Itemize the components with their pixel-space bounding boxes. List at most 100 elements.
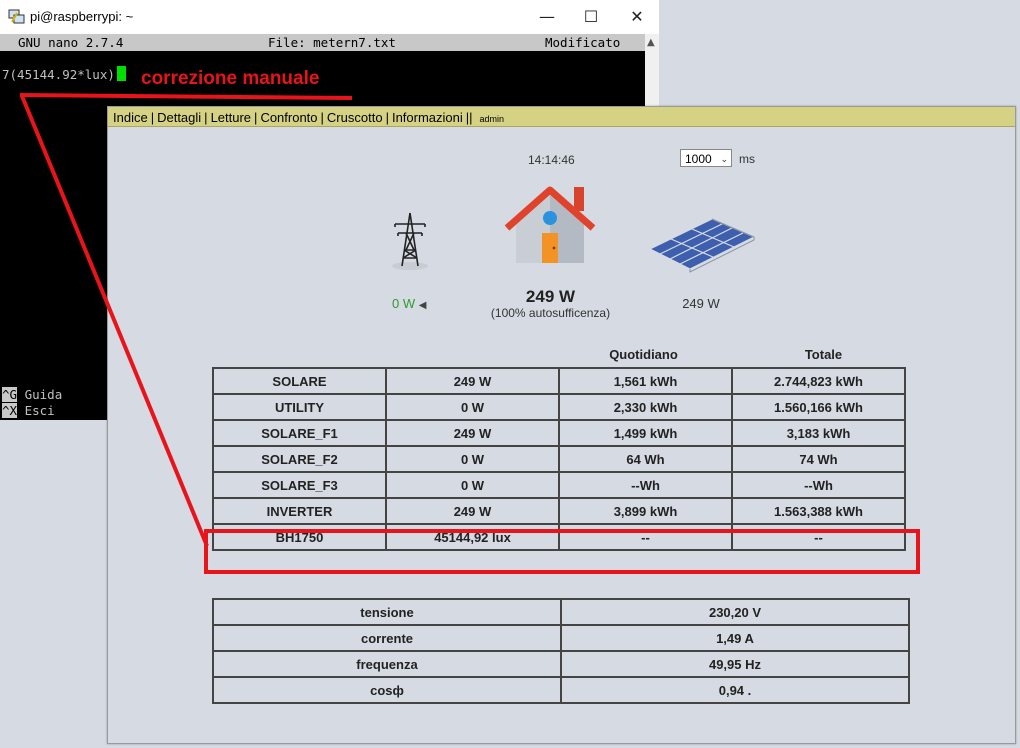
nav-indice[interactable]: Indice [113,110,148,125]
table-row: tensione 230,20 V [212,598,910,626]
meter-name: BH1750 [212,523,387,551]
header-daily: Quotidiano [609,347,678,362]
param-value: 1,49 A [560,624,910,652]
close-icon[interactable]: ✕ [625,5,649,29]
meter-daily: 2,330 kWh [558,393,733,421]
meter-daily: 1,499 kWh [558,419,733,447]
nav-confronto[interactable]: Confronto [260,110,317,125]
meter-daily: 1,561 kWh [558,367,733,395]
meter-name: UTILITY [212,393,387,421]
nav-separator: | [320,110,324,125]
annotation-label: correzione manuale [141,68,320,89]
param-value: 49,95 Hz [560,650,910,678]
meter-total: 3,183 kWh [731,419,906,447]
meter-daily: -- [558,523,733,551]
electrical-table: tensione 230,20 V corrente 1,49 A frequenz… [212,598,910,704]
text-cursor [116,66,126,81]
nano-version: GNU nano 2.7.4 [18,35,124,50]
house-power-value: 249 W [525,287,576,306]
meter-power: 45144,92 lux [385,523,560,551]
table-row: BH1750 45144,92 lux -- -- [212,523,906,551]
putty-icon [8,9,25,24]
meters-table: SOLARE 249 W 1,561 kWh 2.744,823 kWh UTILIT… [212,367,906,551]
meter-power: 0 W [385,445,560,473]
refresh-value: 1000 [685,152,712,166]
meter-name: INVERTER [212,497,387,525]
minimize-icon[interactable]: — [535,5,559,29]
table-row: corrente 1,49 A [212,624,910,652]
table-row: SOLARE_F3 0 W --Wh --Wh [212,471,906,499]
nav-letture[interactable]: Letture [211,110,251,125]
param-name: frequenza [212,650,562,678]
meter-total: 1.560,166 kWh [731,393,906,421]
table-row: frequenza 49,95 Hz [212,650,910,678]
table-row: UTILITY 0 W 2,330 kWh 1.560,166 kWh [212,393,906,421]
header-total: Totale [804,347,843,362]
shortcut-exit: ^X Esci [2,403,55,418]
power-pylon-icon [392,212,428,270]
table-row: cosф 0,94 . [212,676,910,704]
shortcut-label: Guida [24,387,63,402]
maximize-icon[interactable]: ☐ [579,5,603,29]
nav-cruscotto[interactable]: Cruscotto [327,110,383,125]
solar-power-value: 249 W [682,296,720,311]
grid-power-text: 0 W [392,296,416,311]
flow-arrow-icon: ◀ [418,300,427,311]
meter-daily: 64 Wh [558,445,733,473]
nav-dettagli[interactable]: Dettagli [157,110,201,125]
meter-name: SOLARE_F1 [212,419,387,447]
nav-bar: Indice | Dettagli | Letture | Confronto | Crusco… [108,107,1015,127]
self-sufficiency-text: (100% autosufficenza) [490,306,611,320]
nav-separator: || [465,110,473,125]
table-row: SOLARE_F1 249 W 1,499 kWh 3,183 kWh [212,419,906,447]
meter-total: 2.744,823 kWh [731,367,906,395]
nav-admin[interactable]: admin [480,114,505,124]
clock: 14:14:46 [528,153,575,167]
param-name: corrente [212,624,562,652]
param-name: cosф [212,676,562,704]
shortcut-help: ^G Guida [2,387,62,402]
meter-total: --Wh [731,471,906,499]
meter-name: SOLARE_F2 [212,445,387,473]
meter-daily: --Wh [558,471,733,499]
nav-separator: | [204,110,208,125]
meter-web-page: Indice | Dettagli | Letture | Confronto | Crusco… [107,106,1016,744]
editor-text-line[interactable]: 7(45144.92*lux) [2,66,126,82]
meter-total: 74 Wh [731,445,906,473]
table-row: SOLARE 249 W 1,561 kWh 2.744,823 kWh [212,367,906,395]
solar-panel-icon [648,218,756,273]
nano-header: GNU nano 2.7.4 File: metern7.txt Modific… [0,34,645,51]
editor-text: 7(45144.92*lux) [2,67,115,82]
param-value: 0,94 . [560,676,910,704]
nav-separator: | [385,110,389,125]
meter-total: -- [731,523,906,551]
meter-name: SOLARE_F3 [212,471,387,499]
shortcut-key: ^X [2,403,18,418]
nav-separator: | [150,110,155,125]
nav-informazioni[interactable]: Informazioni [392,110,463,125]
param-name: tensione [212,598,562,626]
terminal-titlebar[interactable]: pi@raspberrypi: ~ — ☐ ✕ [0,0,659,34]
scroll-up-icon[interactable]: ▲ [647,37,655,48]
meter-daily: 3,899 kWh [558,497,733,525]
table-row: SOLARE_F2 0 W 64 Wh 74 Wh [212,445,906,473]
meter-power: 249 W [385,497,560,525]
refresh-select[interactable]: 1000 ⌄ [680,149,732,167]
meter-power: 249 W [385,367,560,395]
meter-total: 1.563,388 kWh [731,497,906,525]
chevron-down-icon: ⌄ [720,154,728,164]
grid-power-value: 0 W ◀ [392,296,426,311]
terminal-title: pi@raspberrypi: ~ [30,9,134,24]
meter-name: SOLARE [212,367,387,395]
meter-power: 0 W [385,393,560,421]
refresh-unit: ms [739,152,755,166]
meter-power: 249 W [385,419,560,447]
nano-status: Modificato [545,35,621,50]
nano-file: File: metern7.txt [268,35,396,50]
table-row: INVERTER 249 W 3,899 kWh 1.563,388 kWh [212,497,906,525]
shortcut-label: Esci [24,403,55,418]
house-icon [504,186,596,263]
param-value: 230,20 V [560,598,910,626]
shortcut-key: ^G [2,387,18,402]
meter-power: 0 W [385,471,560,499]
